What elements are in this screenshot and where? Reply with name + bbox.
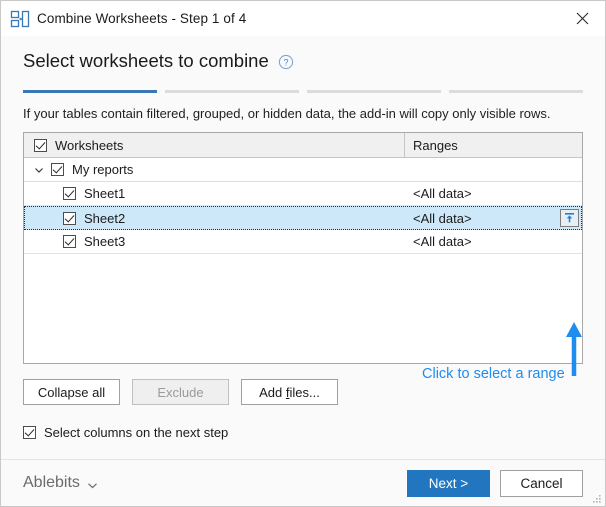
close-icon[interactable] <box>560 1 605 36</box>
annotation-label: Click to select a range <box>422 366 565 382</box>
chevron-down-icon <box>87 478 98 489</box>
select-columns-option[interactable]: Select columns on the next step <box>23 425 583 440</box>
row-name-cell: Sheet1 <box>24 186 405 201</box>
ablebits-menu-label: Ablebits <box>23 474 80 491</box>
select-columns-checkbox[interactable] <box>23 426 36 439</box>
combine-worksheets-icon <box>10 9 30 29</box>
row-checkbox[interactable] <box>51 163 64 176</box>
worksheets-list: Worksheets Ranges My reports Sheet1 <All… <box>23 132 583 364</box>
add-files-button-label: Add files... <box>259 384 320 400</box>
row-name-cell: My reports <box>24 162 405 177</box>
dialog-footer: Ablebits Next > Cancel <box>1 459 605 506</box>
next-button[interactable]: Next > <box>407 469 490 497</box>
column-header-ranges[interactable]: Ranges <box>405 133 582 157</box>
dialog-body: If your tables contain filtered, grouped… <box>1 93 605 459</box>
row-checkbox[interactable] <box>63 211 76 225</box>
table-row[interactable]: Sheet3 <All data> <box>24 230 582 254</box>
row-range-cell: <All data> <box>413 234 472 249</box>
add-files-button[interactable]: Add files... <box>241 379 338 405</box>
page-title: Select worksheets to combine ? <box>23 50 605 72</box>
window-title: Combine Worksheets - Step 1 of 4 <box>37 11 247 26</box>
chevron-down-icon[interactable] <box>33 164 45 176</box>
help-circle-icon[interactable]: ? <box>278 53 294 70</box>
list-rows: My reports Sheet1 <All data> Sheet2 <All… <box>24 158 582 254</box>
column-header-ranges-label: Ranges <box>413 137 458 153</box>
row-checkbox[interactable] <box>63 235 76 248</box>
row-name-cell: Sheet2 <box>24 211 405 226</box>
row-label: Sheet1 <box>84 186 126 201</box>
collapse-all-button[interactable]: Collapse all <box>23 379 120 405</box>
info-note: If your tables contain filtered, grouped… <box>23 106 551 121</box>
ablebits-menu[interactable]: Ablebits <box>23 474 98 492</box>
header-band: Select worksheets to combine ? <box>1 36 605 93</box>
column-header-worksheets-label: Worksheets <box>55 137 124 153</box>
resize-grip-icon[interactable] <box>591 492 602 503</box>
combine-worksheets-dialog: Combine Worksheets - Step 1 of 4 Select … <box>0 0 606 507</box>
table-row[interactable]: Sheet2 <All data> <box>24 206 582 230</box>
row-name-cell: Sheet3 <box>24 234 405 249</box>
cancel-button[interactable]: Cancel <box>500 469 583 497</box>
row-label: Sheet3 <box>84 234 126 249</box>
list-action-buttons: Collapse all Exclude Add files... <box>23 379 583 405</box>
column-header-worksheets[interactable]: Worksheets <box>24 133 405 157</box>
select-all-checkbox[interactable] <box>34 138 47 152</box>
row-label: My reports <box>72 162 134 177</box>
list-header: Worksheets Ranges <box>24 133 582 158</box>
select-range-icon[interactable] <box>560 209 579 227</box>
row-range-cell: <All data> <box>413 186 472 201</box>
page-title-text: Select worksheets to combine <box>23 50 269 71</box>
row-label: Sheet2 <box>84 210 126 226</box>
svg-text:?: ? <box>283 57 288 67</box>
exclude-button[interactable]: Exclude <box>132 379 229 405</box>
title-bar: Combine Worksheets - Step 1 of 4 <box>1 1 605 36</box>
row-checkbox[interactable] <box>63 187 76 200</box>
row-range-cell: <All data> <box>413 210 472 226</box>
table-row[interactable]: Sheet1 <All data> <box>24 182 582 206</box>
select-columns-label: Select columns on the next step <box>44 425 229 440</box>
table-row[interactable]: My reports <box>24 158 582 182</box>
